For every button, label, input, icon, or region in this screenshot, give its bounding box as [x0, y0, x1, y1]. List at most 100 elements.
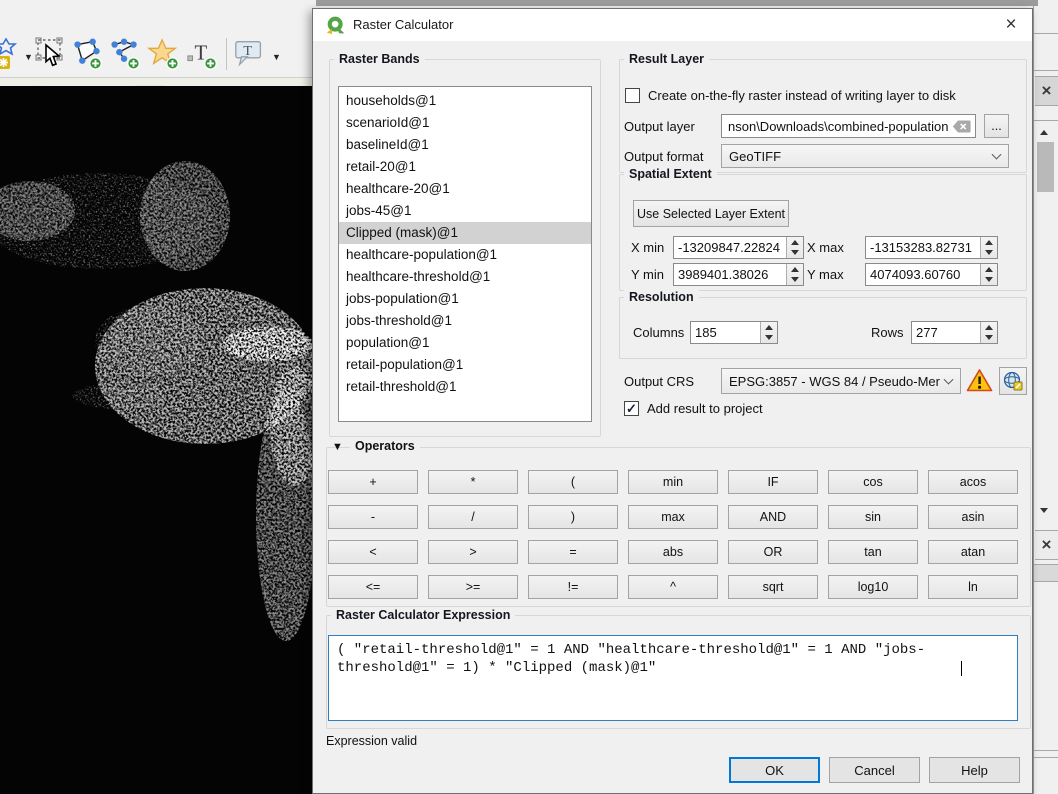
- op-button[interactable]: !=: [528, 575, 618, 599]
- columns-spinbox[interactable]: 185: [690, 321, 778, 344]
- op-button[interactable]: sin: [828, 505, 918, 529]
- annotation-layer-dropdown-icon[interactable]: ▼: [24, 52, 33, 62]
- op-button[interactable]: AND: [728, 505, 818, 529]
- op-button[interactable]: acos: [928, 470, 1018, 494]
- list-item[interactable]: baselineId@1: [339, 134, 591, 156]
- expression-title: Raster Calculator Expression: [331, 608, 516, 622]
- op-button[interactable]: max: [628, 505, 718, 529]
- op-button[interactable]: <: [328, 540, 418, 564]
- list-item-selected[interactable]: Clipped (mask)@1: [339, 222, 591, 244]
- map-edge: [0, 78, 312, 86]
- op-button[interactable]: ): [528, 505, 618, 529]
- dock-strip: × ×: [1033, 0, 1058, 794]
- help-button[interactable]: Help: [929, 757, 1020, 783]
- op-button[interactable]: +: [328, 470, 418, 494]
- op-button[interactable]: OR: [728, 540, 818, 564]
- rows-spinbox[interactable]: 277: [911, 321, 998, 344]
- scroll-up-icon[interactable]: [1040, 130, 1048, 135]
- browse-button[interactable]: ...: [984, 114, 1009, 138]
- spin-buttons[interactable]: [786, 237, 803, 258]
- op-button[interactable]: cos: [828, 470, 918, 494]
- op-button[interactable]: IF: [728, 470, 818, 494]
- list-item[interactable]: healthcare-threshold@1: [339, 266, 591, 288]
- use-extent-button[interactable]: Use Selected Layer Extent: [633, 200, 789, 227]
- ok-button[interactable]: OK: [729, 757, 820, 783]
- list-item[interactable]: retail-threshold@1: [339, 376, 591, 398]
- marker-annotation-icon[interactable]: [147, 36, 181, 72]
- list-item[interactable]: jobs-population@1: [339, 288, 591, 310]
- op-button[interactable]: asin: [928, 505, 1018, 529]
- move-annotation-icon[interactable]: [34, 36, 68, 72]
- annotation-layer-icon[interactable]: [0, 36, 26, 72]
- dialog-titlebar[interactable]: Raster Calculator ×: [313, 9, 1032, 41]
- add-result-checkbox[interactable]: ✓: [624, 401, 639, 416]
- op-button[interactable]: log10: [828, 575, 918, 599]
- x-min-spinbox[interactable]: -13209847.22824: [673, 236, 804, 259]
- collapse-icon[interactable]: ▼: [332, 441, 343, 453]
- scroll-down-icon[interactable]: [1040, 508, 1048, 513]
- op-button[interactable]: min: [628, 470, 718, 494]
- y-min-value: 3989401.38026: [678, 267, 769, 282]
- x-max-label: X max: [807, 240, 844, 255]
- op-button[interactable]: tan: [828, 540, 918, 564]
- cancel-button[interactable]: Cancel: [829, 757, 920, 783]
- text-annotation-icon[interactable]: T: [185, 36, 219, 72]
- list-item[interactable]: jobs-45@1: [339, 200, 591, 222]
- op-button[interactable]: atan: [928, 540, 1018, 564]
- clear-icon[interactable]: [952, 119, 971, 134]
- raster-bands-list[interactable]: households@1 scenarioId@1 baselineId@1 r…: [338, 86, 592, 422]
- on-the-fly-label: Create on-the-fly raster instead of writ…: [648, 88, 956, 103]
- polygon-annotation-icon[interactable]: [70, 36, 104, 72]
- list-item[interactable]: retail-population@1: [339, 354, 591, 376]
- op-button[interactable]: ln: [928, 575, 1018, 599]
- op-button[interactable]: =: [528, 540, 618, 564]
- panel-close-icon[interactable]: ×: [1035, 76, 1058, 106]
- spin-buttons[interactable]: [980, 322, 997, 343]
- spin-buttons[interactable]: [760, 322, 777, 343]
- op-button[interactable]: -: [328, 505, 418, 529]
- chevron-down-icon: [991, 149, 1002, 160]
- rows-label: Rows: [871, 325, 904, 340]
- operators-title: Operators: [350, 439, 420, 453]
- op-button[interactable]: ^: [628, 575, 718, 599]
- spin-buttons[interactable]: [786, 264, 803, 285]
- op-button[interactable]: *: [428, 470, 518, 494]
- op-button[interactable]: sqrt: [728, 575, 818, 599]
- spin-buttons[interactable]: [980, 264, 997, 285]
- output-format-select[interactable]: GeoTIFF: [721, 144, 1009, 168]
- op-button[interactable]: >=: [428, 575, 518, 599]
- op-button[interactable]: >: [428, 540, 518, 564]
- strip-divider: [1034, 120, 1058, 121]
- dialog-close-icon[interactable]: ×: [995, 11, 1027, 39]
- output-layer-input[interactable]: nson\Downloads\combined-population: [721, 114, 976, 138]
- balloon-annotation-icon[interactable]: T: [233, 36, 267, 72]
- op-button[interactable]: <=: [328, 575, 418, 599]
- spin-buttons[interactable]: [980, 237, 997, 258]
- x-max-spinbox[interactable]: -13153283.82731: [865, 236, 998, 259]
- list-item[interactable]: scenarioId@1: [339, 112, 591, 134]
- list-item[interactable]: population@1: [339, 332, 591, 354]
- rows-value: 277: [916, 325, 938, 340]
- line-annotation-icon[interactable]: [108, 36, 142, 72]
- crs-picker-button[interactable]: [999, 367, 1027, 395]
- panel-close-icon[interactable]: ×: [1035, 530, 1058, 560]
- op-button[interactable]: /: [428, 505, 518, 529]
- output-crs-select[interactable]: EPSG:3857 - WGS 84 / Pseudo-Mer: [721, 368, 961, 394]
- columns-label: Columns: [633, 325, 685, 340]
- on-the-fly-checkbox[interactable]: [625, 88, 640, 103]
- balloon-annotation-dropdown-icon[interactable]: ▼: [272, 52, 281, 62]
- expression-input[interactable]: ( "retail-threshold@1" = 1 AND "healthca…: [328, 635, 1018, 721]
- y-min-spinbox[interactable]: 3989401.38026: [673, 263, 804, 286]
- op-button[interactable]: abs: [628, 540, 718, 564]
- columns-value: 185: [695, 325, 717, 340]
- list-item[interactable]: jobs-threshold@1: [339, 310, 591, 332]
- list-item[interactable]: households@1: [339, 90, 591, 112]
- list-item[interactable]: retail-20@1: [339, 156, 591, 178]
- scrollbar-thumb[interactable]: [1037, 142, 1054, 192]
- list-item[interactable]: healthcare-20@1: [339, 178, 591, 200]
- op-button[interactable]: (: [528, 470, 618, 494]
- list-item[interactable]: healthcare-population@1: [339, 244, 591, 266]
- dialog-title: Raster Calculator: [353, 17, 454, 32]
- y-max-spinbox[interactable]: 4074093.60760: [865, 263, 998, 286]
- map-canvas[interactable]: [0, 86, 312, 794]
